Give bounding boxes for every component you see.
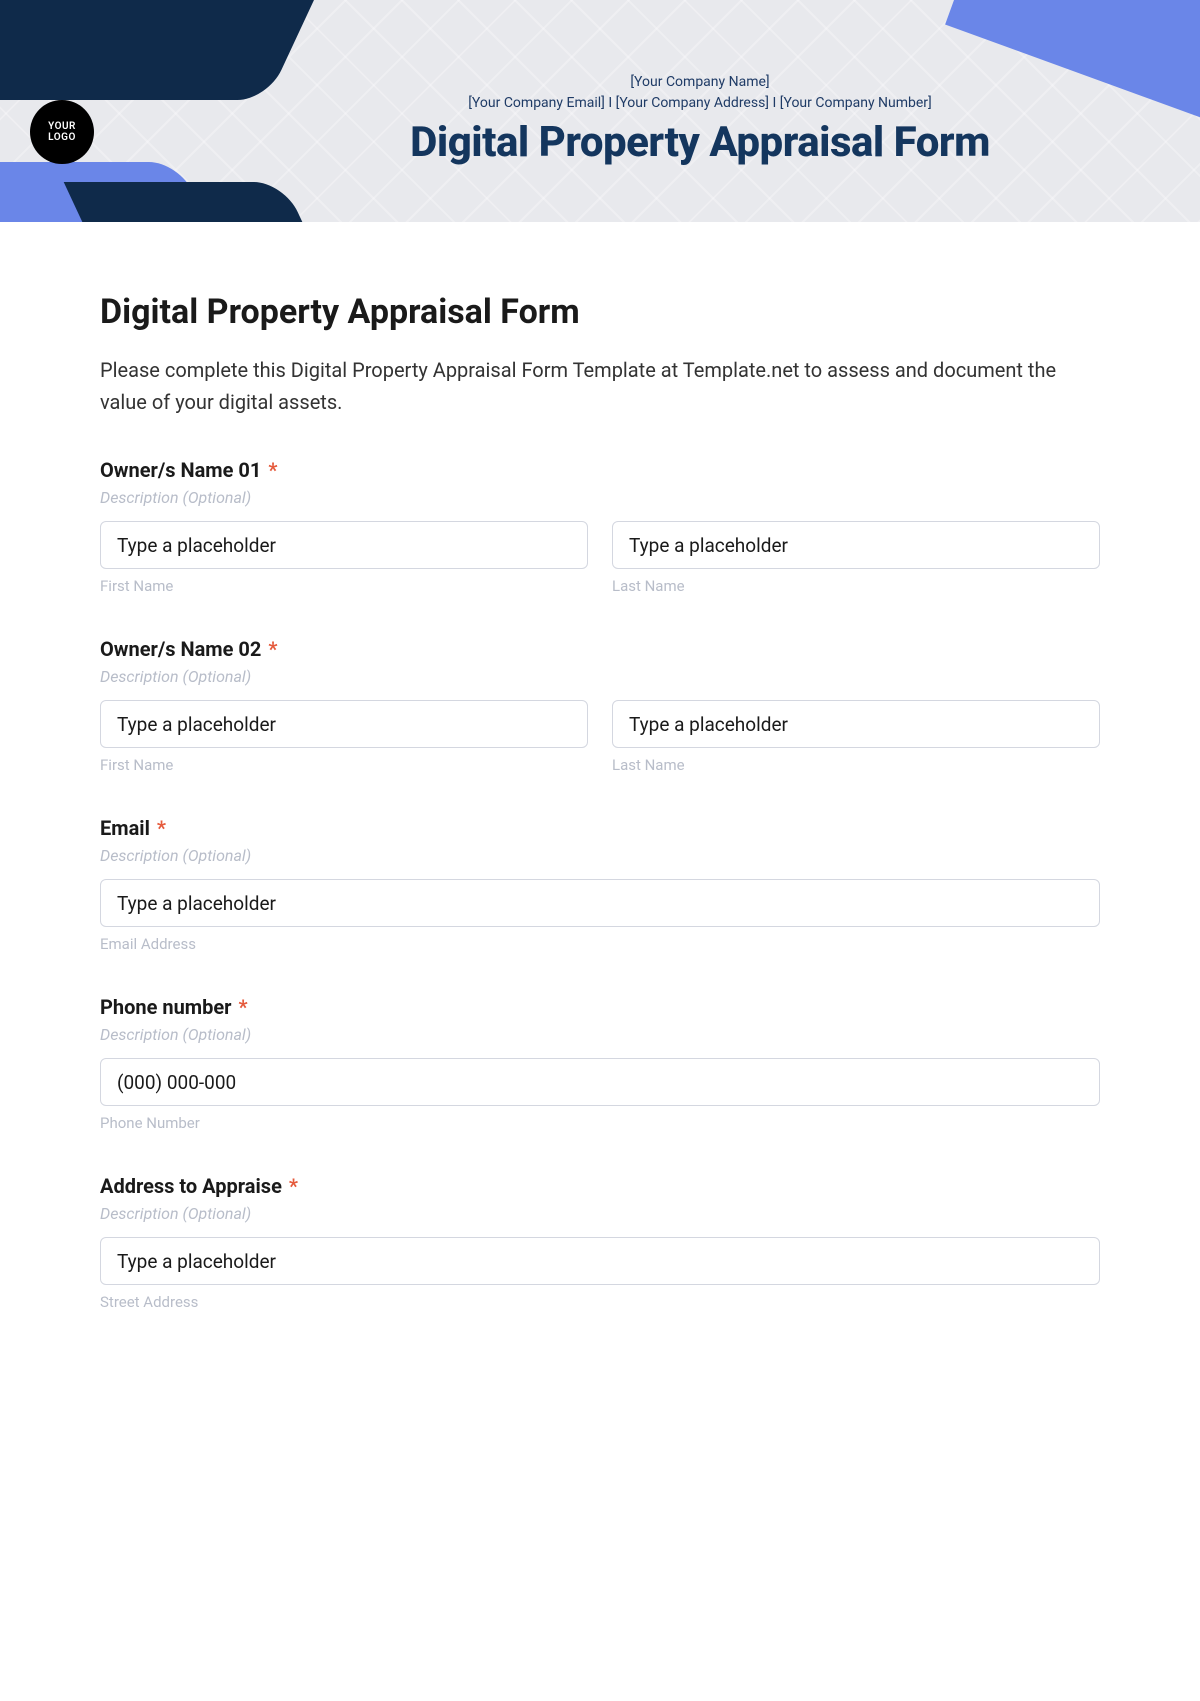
sub-label-last-name: Last Name bbox=[612, 577, 1100, 595]
sub-label-phone: Phone Number bbox=[100, 1114, 1100, 1132]
required-mark: * bbox=[289, 1174, 298, 1198]
field-description: Description (Optional) bbox=[100, 846, 1100, 865]
label-text: Address to Appraise bbox=[100, 1174, 282, 1198]
phone-input[interactable] bbox=[100, 1058, 1100, 1106]
label-text: Email bbox=[100, 816, 150, 840]
owner2-first-name-input[interactable] bbox=[100, 700, 588, 748]
header-banner: YOUR LOGO [Your Company Name] [Your Comp… bbox=[0, 0, 1200, 222]
sub-label-last-name: Last Name bbox=[612, 756, 1100, 774]
field-label: Owner/s Name 02 * bbox=[100, 637, 1100, 661]
field-address: Address to Appraise * Description (Optio… bbox=[100, 1174, 1100, 1311]
owner1-first-name-input[interactable] bbox=[100, 521, 588, 569]
company-name-placeholder: [Your Company Name] bbox=[260, 72, 1140, 93]
required-mark: * bbox=[268, 458, 277, 482]
field-label: Owner/s Name 01 * bbox=[100, 458, 1100, 482]
sub-label-first-name: First Name bbox=[100, 756, 588, 774]
logo-placeholder: YOUR LOGO bbox=[30, 100, 94, 164]
email-input[interactable] bbox=[100, 879, 1100, 927]
required-mark: * bbox=[157, 816, 166, 840]
sub-label-email: Email Address bbox=[100, 935, 1100, 953]
sub-label-street: Street Address bbox=[100, 1293, 1100, 1311]
label-text: Phone number bbox=[100, 995, 231, 1019]
form-intro: Please complete this Digital Property Ap… bbox=[100, 354, 1100, 418]
field-description: Description (Optional) bbox=[100, 667, 1100, 686]
label-text: Owner/s Name 02 bbox=[100, 637, 261, 661]
label-text: Owner/s Name 01 bbox=[100, 458, 261, 482]
form-content: Digital Property Appraisal Form Please c… bbox=[0, 222, 1200, 1393]
logo-text-line1: YOUR bbox=[48, 121, 76, 132]
sub-label-first-name: First Name bbox=[100, 577, 588, 595]
required-mark: * bbox=[238, 995, 247, 1019]
field-description: Description (Optional) bbox=[100, 1204, 1100, 1223]
company-meta: [Your Company Name] [Your Company Email]… bbox=[260, 72, 1140, 114]
required-mark: * bbox=[268, 637, 277, 661]
field-owner-1: Owner/s Name 01 * Description (Optional)… bbox=[100, 458, 1100, 595]
decor-shape bbox=[64, 182, 317, 222]
field-description: Description (Optional) bbox=[100, 1025, 1100, 1044]
field-email: Email * Description (Optional) Email Add… bbox=[100, 816, 1100, 953]
logo-text-line2: LOGO bbox=[48, 132, 76, 143]
field-label: Address to Appraise * bbox=[100, 1174, 1100, 1198]
owner1-last-name-input[interactable] bbox=[612, 521, 1100, 569]
company-contact-placeholder: [Your Company Email] I [Your Company Add… bbox=[260, 93, 1140, 114]
field-description: Description (Optional) bbox=[100, 488, 1100, 507]
field-label: Email * bbox=[100, 816, 1100, 840]
field-owner-2: Owner/s Name 02 * Description (Optional)… bbox=[100, 637, 1100, 774]
address-street-input[interactable] bbox=[100, 1237, 1100, 1285]
banner-title: Digital Property Appraisal Form bbox=[260, 118, 1140, 167]
owner2-last-name-input[interactable] bbox=[612, 700, 1100, 748]
field-label: Phone number * bbox=[100, 995, 1100, 1019]
form-title: Digital Property Appraisal Form bbox=[100, 292, 1100, 332]
field-phone: Phone number * Description (Optional) Ph… bbox=[100, 995, 1100, 1132]
